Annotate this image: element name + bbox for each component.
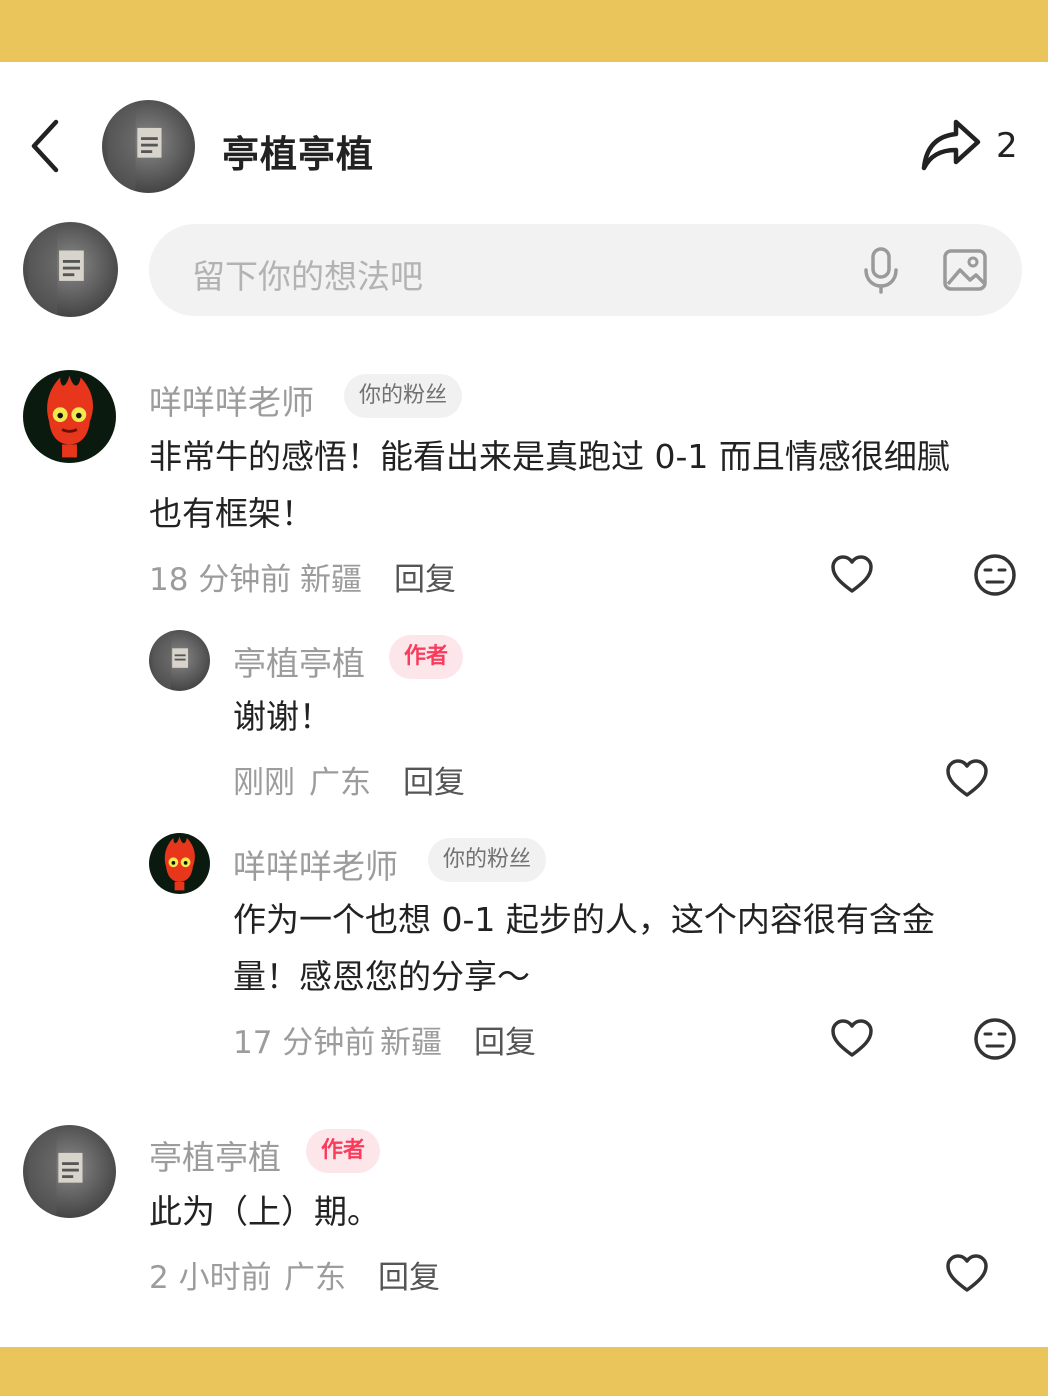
- comment-username[interactable]: 亭植亭植: [149, 1131, 281, 1179]
- reply-button[interactable]: 回复: [378, 1252, 440, 1297]
- top-band: [0, 0, 1048, 62]
- commenter-avatar[interactable]: [23, 370, 116, 463]
- bottom-band: [0, 1347, 1048, 1396]
- author-badge: 作者: [389, 635, 464, 679]
- reply-location: 新疆: [380, 1025, 442, 1061]
- commenter-avatar[interactable]: [23, 1125, 116, 1218]
- page-title: 亭植亭植: [222, 133, 374, 176]
- reply-time: 刚刚: [233, 765, 295, 801]
- mic-icon[interactable]: [861, 246, 901, 294]
- share-icon[interactable]: [920, 116, 982, 174]
- heart-icon[interactable]: [829, 1017, 875, 1059]
- my-avatar: [23, 222, 118, 317]
- reply-button[interactable]: 回复: [394, 554, 456, 599]
- author-badge: 作者: [306, 1129, 381, 1173]
- heart-icon[interactable]: [944, 757, 990, 799]
- comment-time: 2 小时前: [149, 1260, 272, 1296]
- comment-input[interactable]: 留下你的想法吧: [149, 224, 1022, 316]
- comment-location: 广东: [284, 1260, 346, 1296]
- image-icon[interactable]: [942, 248, 988, 292]
- comment-location: 新疆: [300, 562, 362, 598]
- comment-text: 此为（上）期。: [149, 1192, 380, 1231]
- author-avatar[interactable]: [102, 100, 195, 193]
- reply-button[interactable]: 回复: [403, 757, 465, 802]
- reply-text: 作为一个也想 0-1 起步的人，这个内容很有含金: [233, 900, 935, 939]
- heart-icon[interactable]: [944, 1252, 990, 1294]
- dislike-face-icon[interactable]: [972, 552, 1018, 598]
- reply-button[interactable]: 回复: [474, 1017, 536, 1062]
- share-count: 2: [996, 126, 1018, 166]
- back-icon[interactable]: [26, 116, 66, 176]
- fan-badge: 你的粉丝: [344, 374, 463, 418]
- reply-avatar[interactable]: [149, 630, 210, 691]
- reply-username[interactable]: 咩咩咩老师: [233, 840, 398, 888]
- heart-icon[interactable]: [829, 553, 875, 595]
- reply-text: 谢谢！: [233, 697, 332, 736]
- comment-placeholder: 留下你的想法吧: [192, 257, 423, 296]
- reply-time: 17 分钟前: [233, 1025, 376, 1061]
- reply-username[interactable]: 亭植亭植: [233, 637, 365, 685]
- fan-badge: 你的粉丝: [428, 838, 547, 882]
- dislike-face-icon[interactable]: [972, 1016, 1018, 1062]
- comment-time: 18 分钟前: [149, 562, 292, 598]
- comment-username[interactable]: 咩咩咩老师: [149, 376, 314, 424]
- reply-location: 广东: [309, 765, 371, 801]
- reply-text: 量！感恩您的分享～: [233, 957, 530, 996]
- comment-text: 非常牛的感悟！能看出来是真跑过 0-1 而且情感很细腻: [149, 437, 950, 476]
- reply-avatar[interactable]: [149, 833, 210, 894]
- comment-text: 也有框架！: [149, 494, 314, 533]
